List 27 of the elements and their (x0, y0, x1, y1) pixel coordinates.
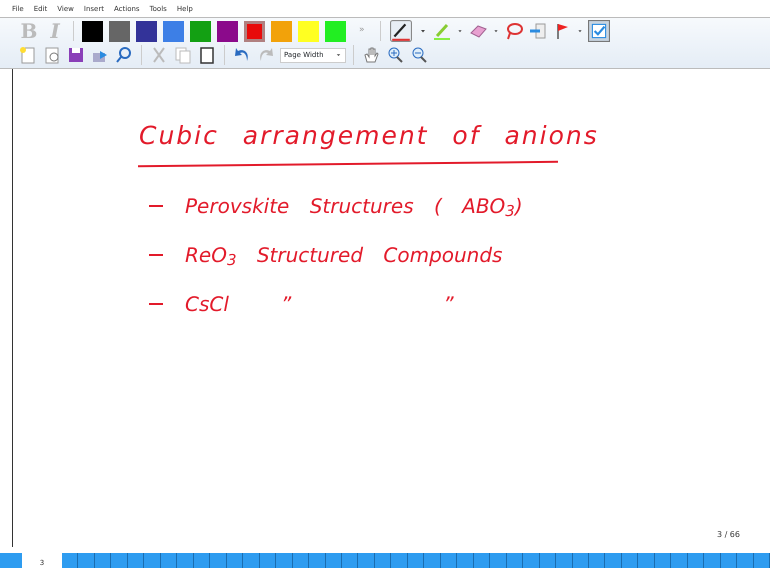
note-item: Perovskite Structures ( ABO$_{3}$) (185, 192, 523, 220)
color-swatch[interactable] (217, 20, 238, 42)
save-icon[interactable] (66, 45, 86, 65)
search-icon[interactable] (114, 45, 134, 65)
pen-icon[interactable] (388, 20, 414, 42)
ditto-mark: ” (443, 290, 454, 318)
color-swatch[interactable] (109, 20, 130, 42)
bullet-dash (149, 204, 163, 206)
insert-space-icon[interactable] (528, 21, 548, 41)
color-swatch[interactable] (325, 20, 346, 42)
color-swatch[interactable] (82, 20, 103, 42)
color-swatch[interactable] (136, 20, 157, 42)
bullet-dash (149, 254, 163, 256)
color-swatch[interactable] (190, 20, 211, 42)
note-heading: Cubic arrangement of anions (139, 120, 600, 152)
page-thumbnail-strip[interactable] (62, 553, 770, 568)
color-swatch[interactable] (163, 20, 184, 42)
color-swatch[interactable] (271, 20, 292, 42)
color-swatch[interactable] (244, 20, 265, 42)
page-strip-tile[interactable] (0, 553, 22, 568)
bullet-dash (149, 302, 163, 304)
selection-tool-icon[interactable] (588, 20, 610, 42)
note-item: CsCl (185, 290, 229, 318)
page-indicator: 3 / 66 (716, 529, 740, 541)
ditto-mark: ” (280, 290, 292, 318)
color-swatch[interactable] (298, 20, 319, 42)
note-item: ReO$_{3}$ Structured Compounds (185, 242, 502, 270)
